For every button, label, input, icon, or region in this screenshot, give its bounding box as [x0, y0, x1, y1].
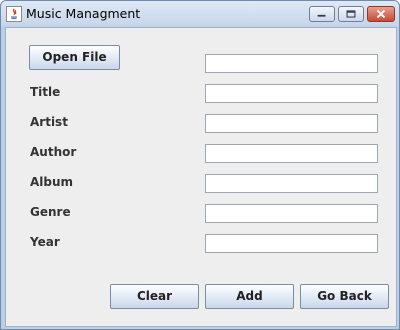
app-window: Music Managment Open File Title Artist A…	[0, 0, 400, 330]
maximize-icon	[346, 10, 356, 18]
artist-label: Artist	[30, 115, 68, 129]
year-label: Year	[30, 235, 60, 249]
artist-field[interactable]	[205, 114, 378, 133]
go-back-button[interactable]: Go Back	[300, 284, 389, 309]
window-title: Music Managment	[26, 6, 141, 21]
clear-button[interactable]: Clear	[110, 284, 199, 309]
genre-field[interactable]	[205, 204, 378, 223]
file-path-field[interactable]	[205, 54, 378, 73]
form-panel: Open File Title Artist Author Album Genr…	[5, 27, 397, 327]
open-file-button[interactable]: Open File	[29, 45, 120, 70]
close-icon	[376, 9, 386, 19]
title-field[interactable]	[205, 84, 378, 103]
author-field[interactable]	[205, 144, 378, 163]
minimize-button[interactable]	[309, 6, 335, 22]
genre-label: Genre	[30, 205, 71, 219]
album-field[interactable]	[205, 174, 378, 193]
author-label: Author	[30, 145, 77, 159]
add-button[interactable]: Add	[205, 284, 294, 309]
java-app-icon	[6, 6, 22, 22]
year-field[interactable]	[205, 234, 378, 253]
title-bar[interactable]: Music Managment	[1, 1, 399, 27]
maximize-button[interactable]	[338, 6, 364, 22]
album-label: Album	[30, 175, 74, 189]
close-button[interactable]	[367, 6, 395, 22]
minimize-icon	[317, 14, 326, 17]
title-label: Title	[30, 85, 61, 99]
